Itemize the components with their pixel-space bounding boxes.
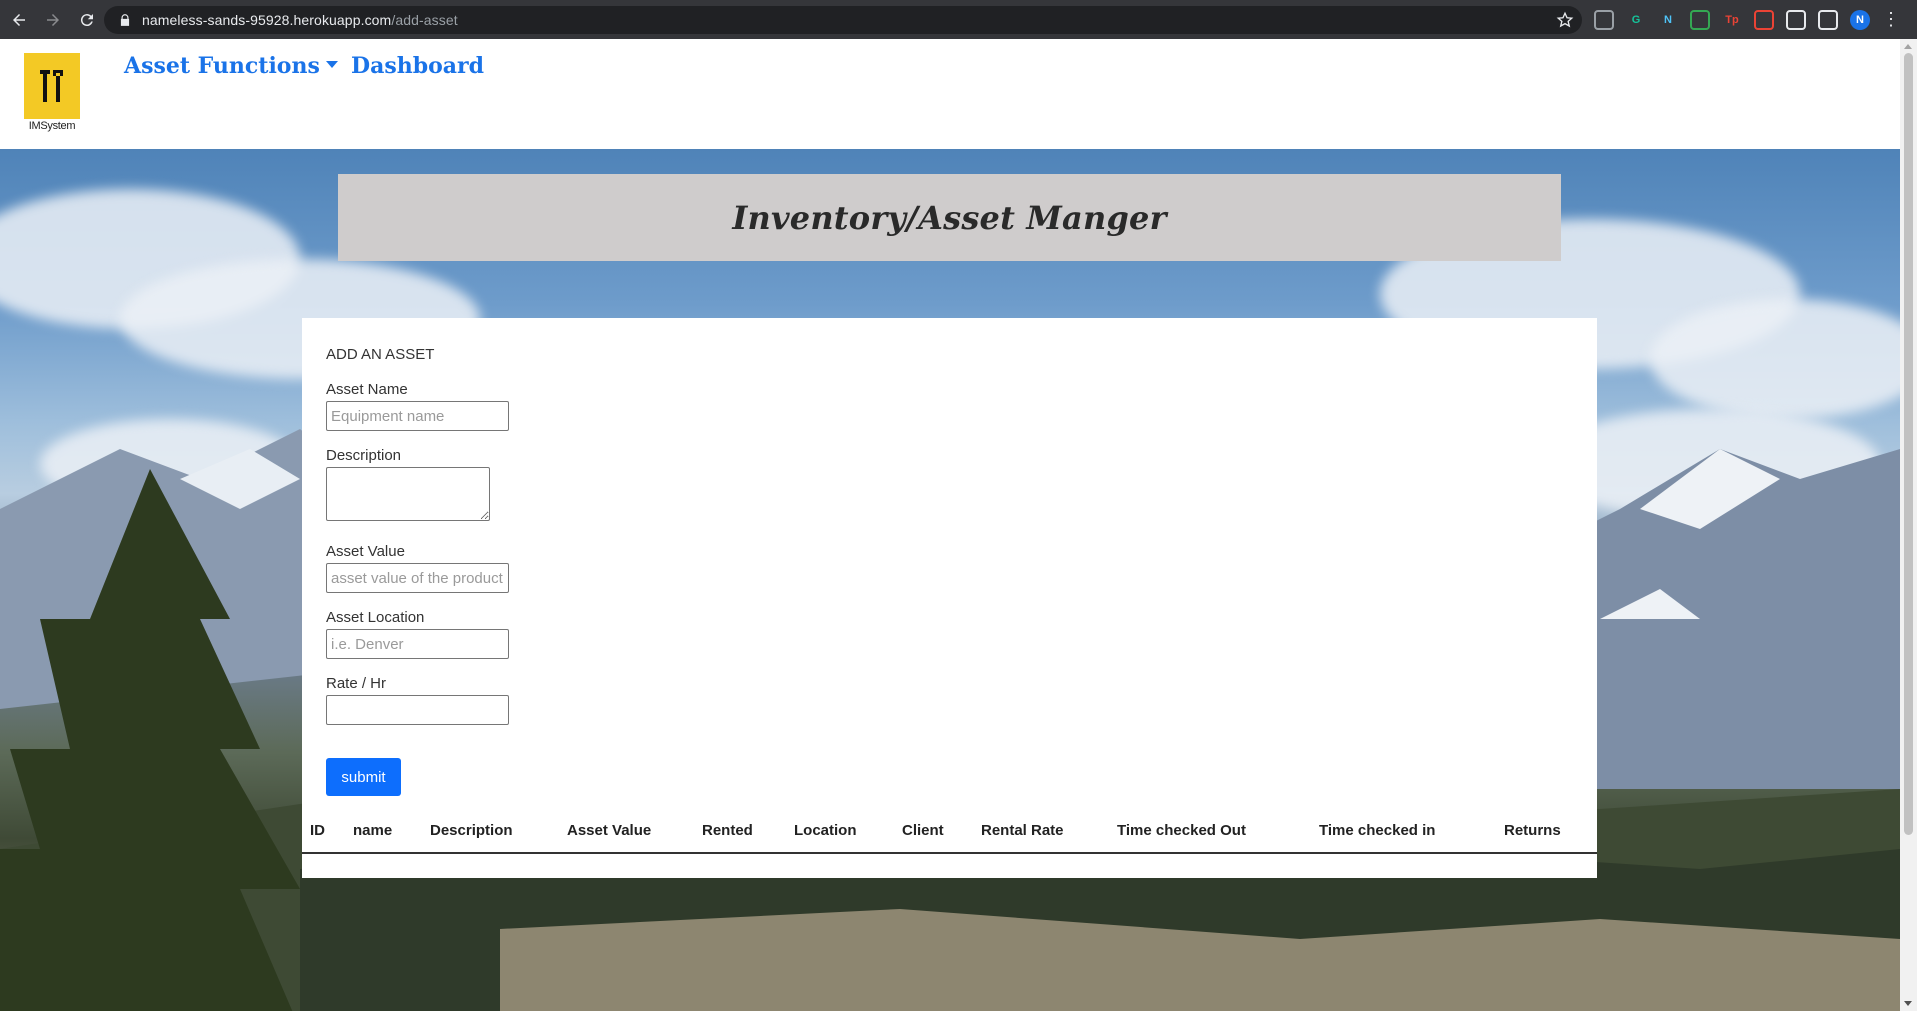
column-header-description[interactable]: Description bbox=[430, 822, 513, 839]
column-header-returns[interactable]: Returns bbox=[1504, 822, 1561, 839]
column-header-name[interactable]: name bbox=[353, 822, 392, 839]
pine-tree bbox=[0, 469, 300, 1011]
site-logo[interactable]: IMSystem bbox=[24, 53, 80, 135]
column-header-rental-rate[interactable]: Rental Rate bbox=[981, 822, 1064, 839]
url-text: nameless-sands-95928.herokuapp.com/add-a… bbox=[142, 12, 458, 28]
bookmark-star-icon[interactable] bbox=[1556, 11, 1574, 29]
extension-icon-tp[interactable]: Tp bbox=[1722, 10, 1742, 30]
reading-list-icon[interactable] bbox=[1818, 9, 1838, 30]
column-header-rented[interactable]: Rented bbox=[702, 822, 753, 839]
page-scrollbar[interactable] bbox=[1900, 39, 1917, 1011]
asset-name-input[interactable] bbox=[326, 401, 509, 431]
logo-badge bbox=[24, 53, 80, 119]
forward-button[interactable] bbox=[38, 5, 68, 35]
asset-location-input[interactable] bbox=[326, 629, 509, 659]
scroll-down-arrow-icon[interactable] bbox=[1904, 1001, 1912, 1006]
caret-down-icon bbox=[325, 60, 338, 68]
rate-input[interactable] bbox=[326, 695, 509, 725]
page-title: Inventory/Asset Manger bbox=[732, 198, 1167, 237]
asset-value-input[interactable] bbox=[326, 563, 509, 593]
puzzle-icon[interactable] bbox=[1786, 9, 1806, 30]
page-viewport: IMSystem Asset Functions Dashboard Inven… bbox=[0, 39, 1917, 1011]
arrow-right-icon bbox=[47, 13, 59, 26]
grammarly-icon[interactable]: G bbox=[1626, 10, 1646, 30]
dashboard-link[interactable]: Dashboard bbox=[351, 53, 484, 79]
extension-icon-red[interactable] bbox=[1754, 9, 1774, 30]
asset-functions-dropdown[interactable]: Asset Functions bbox=[124, 53, 338, 79]
profile-avatar[interactable]: N bbox=[1850, 9, 1870, 30]
asset-location-label: Asset Location bbox=[326, 609, 425, 626]
add-asset-card: ADD AN ASSET Asset Name Description Asse… bbox=[302, 318, 1597, 878]
scroll-up-arrow-icon[interactable] bbox=[1904, 44, 1912, 49]
back-button[interactable] bbox=[4, 5, 34, 35]
reload-button[interactable] bbox=[72, 5, 102, 35]
extension-icon-1[interactable] bbox=[1594, 9, 1614, 30]
asset-name-label: Asset Name bbox=[326, 381, 408, 398]
tools-icon bbox=[40, 70, 63, 102]
more-menu-icon[interactable]: ⋮ bbox=[1882, 9, 1900, 30]
form-title: ADD AN ASSET bbox=[326, 346, 435, 363]
column-header-id[interactable]: ID bbox=[310, 822, 325, 839]
column-header-time-checked-out[interactable]: Time checked Out bbox=[1117, 822, 1246, 839]
page-header-banner: Inventory/Asset Manger bbox=[338, 174, 1561, 261]
column-header-client[interactable]: Client bbox=[902, 822, 944, 839]
logo-text: IMSystem bbox=[28, 120, 76, 132]
asset-value-label: Asset Value bbox=[326, 543, 405, 560]
site-navbar: IMSystem Asset Functions Dashboard bbox=[0, 39, 1900, 149]
assets-table-header: ID name Description Asset Value Rented L… bbox=[302, 810, 1597, 854]
url-host: nameless-sands-95928.herokuapp.com bbox=[142, 12, 392, 28]
rate-label: Rate / Hr bbox=[326, 675, 387, 692]
arrow-left-icon bbox=[13, 13, 25, 26]
extensions-bar: G N Tp N ⋮ bbox=[1594, 0, 1900, 39]
scroll-thumb[interactable] bbox=[1904, 53, 1913, 835]
submit-button[interactable]: submit bbox=[326, 758, 401, 796]
extension-icon-n[interactable]: N bbox=[1658, 10, 1678, 30]
reload-icon bbox=[80, 13, 93, 26]
column-header-asset-value[interactable]: Asset Value bbox=[567, 822, 651, 839]
address-bar[interactable]: nameless-sands-95928.herokuapp.com/add-a… bbox=[104, 6, 1582, 34]
column-header-time-checked-in[interactable]: Time checked in bbox=[1319, 822, 1435, 839]
description-textarea[interactable] bbox=[326, 467, 490, 521]
description-label: Description bbox=[326, 447, 402, 464]
lock-icon bbox=[120, 14, 130, 26]
extension-icon-green[interactable] bbox=[1690, 9, 1710, 30]
column-header-location[interactable]: Location bbox=[794, 822, 857, 839]
browser-toolbar: nameless-sands-95928.herokuapp.com/add-a… bbox=[0, 0, 1917, 39]
asset-functions-label: Asset Functions bbox=[124, 53, 320, 79]
url-path: /add-asset bbox=[391, 12, 458, 28]
